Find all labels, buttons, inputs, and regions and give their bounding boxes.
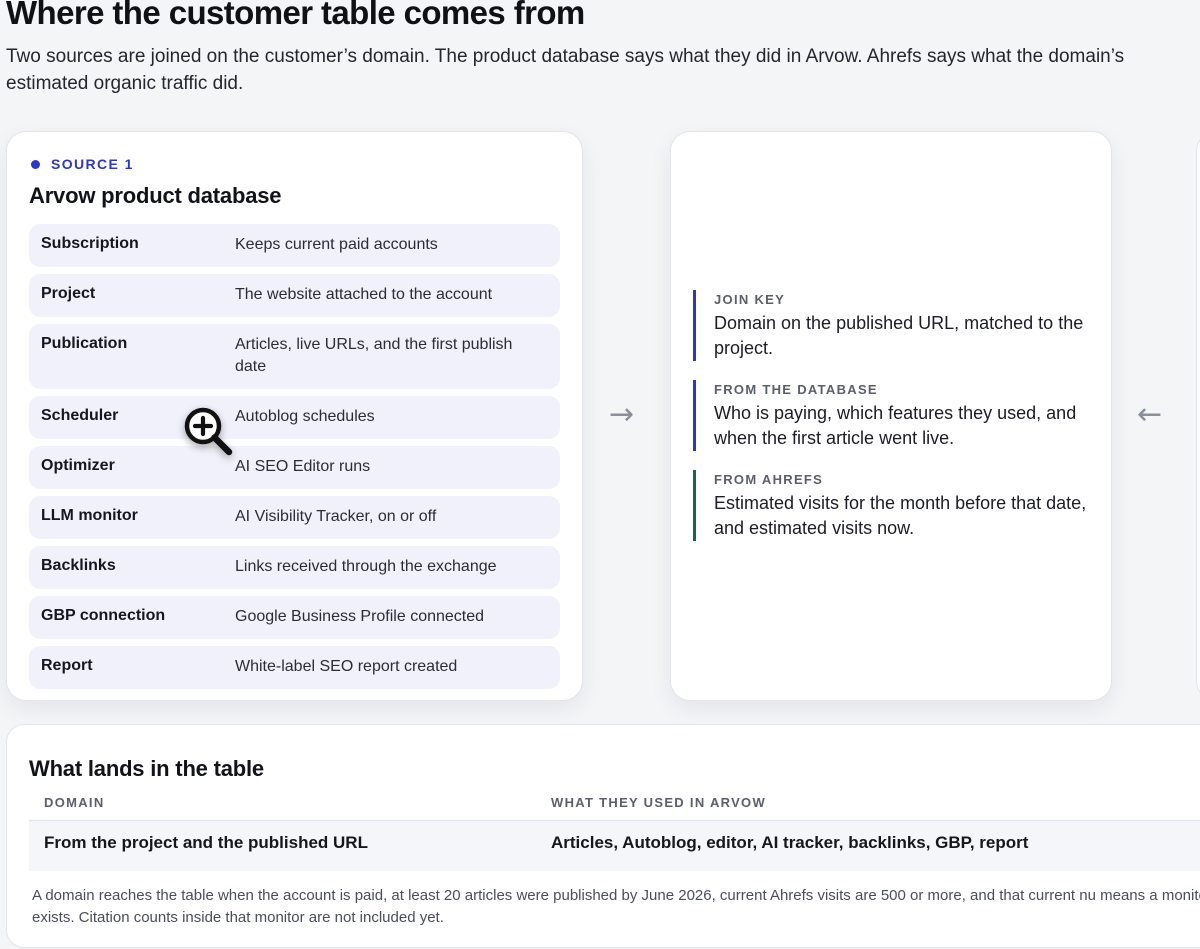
lands-card: What lands in the table DOMAIN WHAT THEY… (6, 724, 1200, 948)
table-row-gbp-connection: GBP connection Google Business Profile c… (29, 596, 560, 639)
table-description: White-label SEO report created (235, 658, 458, 675)
table-row-optimizer: Optimizer AI SEO Editor runs (29, 446, 560, 489)
source-card: SOURCE 1 Arvow product database Subscrip… (6, 131, 583, 701)
page-title: Where the customer table comes from (6, 0, 585, 31)
table-name: GBP connection (41, 607, 166, 624)
table-name: Report (41, 657, 93, 674)
source-title: Arvow product database (29, 183, 282, 208)
from-ahrefs-text: Estimated visits for the month before th… (714, 493, 1087, 538)
table-description: The website attached to the account (235, 286, 493, 303)
zoom-in-icon (184, 407, 233, 456)
domain-cell: From the project and the published URL (44, 833, 368, 852)
table-description: Keeps current paid accounts (235, 236, 438, 253)
table-description: AI SEO Editor runs (235, 458, 371, 475)
table-description: Autoblog schedules (235, 408, 375, 425)
page-intro: Two sources are joined on the customer’s… (6, 46, 1125, 94)
table-description: Links received through the exchange (235, 558, 497, 575)
source-table-list: Subscription Keeps current paid accounts… (29, 224, 560, 696)
join-card: JOIN KEY Domain on the published URL, ma… (670, 131, 1112, 701)
source-eyebrow-label: SOURCE 1 (51, 156, 134, 172)
table-name: LLM monitor (41, 507, 138, 524)
column-header-used: WHAT THEY USED IN ARVOW (551, 795, 767, 810)
table-row-llm-monitor: LLM monitor AI Visibility Tracker, on or… (29, 496, 560, 539)
bullet-dot-icon (31, 159, 40, 169)
table-name: Backlinks (41, 557, 116, 574)
used-cell: Articles, Autoblog, editor, AI tracker, … (551, 833, 1029, 852)
table-name: Publication (41, 335, 128, 352)
table-row-scheduler: Scheduler Autoblog schedules (29, 396, 560, 439)
table-description: AI Visibility Tracker, on or off (235, 508, 437, 525)
source-eyebrow: SOURCE 1 (29, 156, 134, 172)
from-ahrefs-block: FROM AHREFS Estimated visits for the mon… (693, 470, 1093, 541)
arrow-right-icon: → (609, 397, 635, 432)
table-row-subscription: Subscription Keeps current paid accounts (29, 224, 560, 267)
from-database-block: FROM THE DATABASE Who is paying, which f… (693, 380, 1093, 451)
table-row: From the project and the published URL A… (29, 821, 1200, 871)
join-key-block: JOIN KEY Domain on the published URL, ma… (693, 290, 1093, 361)
column-header-domain: DOMAIN (44, 795, 105, 810)
table-description: Articles, live URLs, and the first publi… (235, 336, 513, 375)
from-database-label: FROM THE DATABASE (714, 382, 878, 397)
join-key-text: Domain on the published URL, matched to … (714, 313, 1084, 358)
table-row-project: Project The website attached to the acco… (29, 274, 560, 317)
lands-title: What lands in the table (29, 756, 264, 781)
join-key-label: JOIN KEY (714, 292, 786, 307)
from-database-text: Who is paying, which features they used,… (714, 403, 1077, 448)
table-name: Project (41, 285, 96, 302)
table-description: Google Business Profile connected (235, 608, 485, 625)
table-name: Subscription (41, 235, 139, 252)
from-ahrefs-label: FROM AHREFS (714, 472, 824, 487)
footnote: A domain reaches the table when the acco… (32, 887, 1200, 926)
table-row-backlinks: Backlinks Links received through the exc… (29, 546, 560, 589)
source-2-card-edge (1196, 131, 1200, 701)
arrow-left-icon: ← (1137, 397, 1163, 432)
table-row-publication: Publication Articles, live URLs, and the… (29, 324, 560, 389)
table-row-report: Report White-label SEO report created (29, 646, 560, 689)
